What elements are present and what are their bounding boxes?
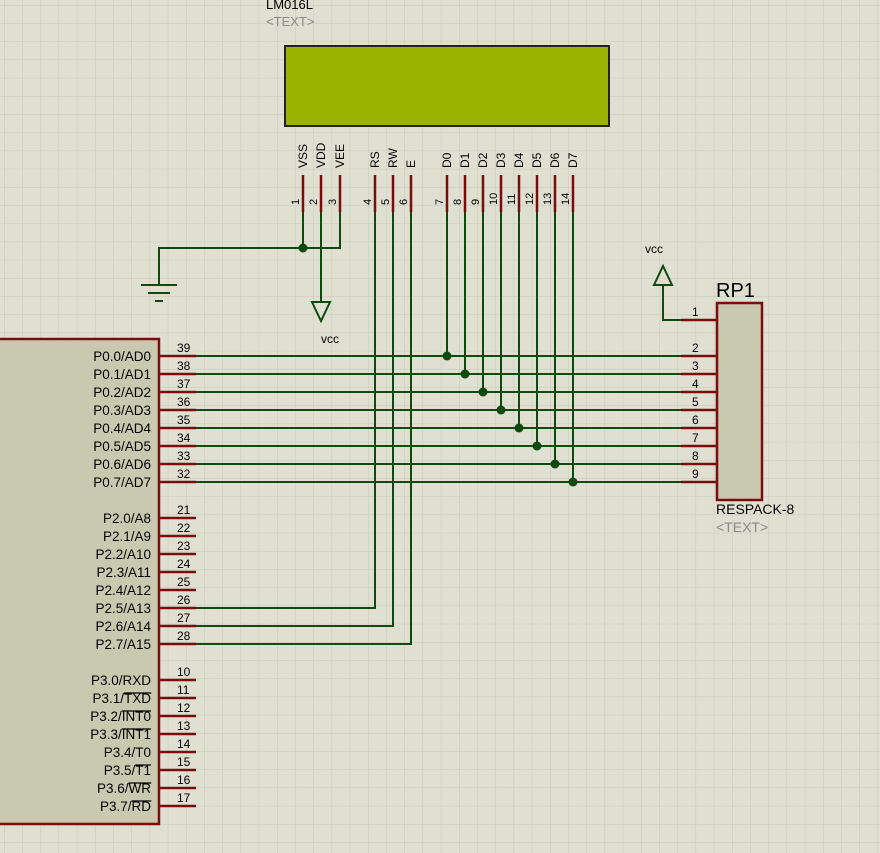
lcd-name-label: LM016L bbox=[266, 0, 313, 12]
junction-d0 bbox=[442, 351, 452, 361]
junction-d5 bbox=[532, 441, 542, 451]
mcu-pin-p2-6-a14-number: 27 bbox=[177, 611, 191, 625]
mcu-pin-p2-1-a9-number: 22 bbox=[177, 521, 191, 535]
mcu-pin-p0-0-ad0-number: 39 bbox=[177, 341, 191, 355]
mcu-pin-p0-7-ad7-label: P0.7/AD7 bbox=[93, 475, 151, 490]
rp1-pin-9-number: 9 bbox=[692, 467, 699, 481]
rp1-pin-3-number: 3 bbox=[692, 359, 699, 373]
rp1-pin-1-number: 1 bbox=[692, 305, 699, 319]
lcd-pin-vss-label: VSS bbox=[296, 144, 310, 168]
rp1-text-placeholder: <TEXT> bbox=[716, 519, 768, 535]
junction-d2 bbox=[478, 387, 488, 397]
mcu-pin-p0-4-ad4-label: P0.4/AD4 bbox=[93, 421, 151, 436]
lcd-pin-d4-label: D4 bbox=[512, 152, 526, 168]
lcd-pin-vee-label: VEE bbox=[333, 144, 347, 168]
rp1-pin-2-number: 2 bbox=[692, 341, 699, 355]
mcu-pin-p2-4-a12-number: 25 bbox=[177, 575, 191, 589]
lcd-vcc-label: vcc bbox=[321, 332, 339, 346]
lcd-pin-d7-number: 14 bbox=[560, 193, 572, 205]
mcu-pin-p2-0-a8-label: P2.0/A8 bbox=[103, 511, 151, 526]
lcd-pin-d0-number: 7 bbox=[434, 199, 446, 205]
lcd-pin-d1-label: D1 bbox=[458, 152, 472, 168]
lcd-pin-vdd-number: 2 bbox=[308, 199, 320, 205]
rp1-ref-label: RP1 bbox=[716, 280, 755, 302]
junction-d6 bbox=[550, 459, 560, 469]
lcd-pin-d1-number: 8 bbox=[452, 199, 464, 205]
mcu-pin-p3-4-t0-label: P3.4/T0 bbox=[104, 745, 151, 760]
mcu-pin-p0-3-ad3-number: 36 bbox=[177, 395, 191, 409]
mcu-pin-p2-3-a11-label: P2.3/A11 bbox=[96, 565, 151, 580]
lcd-pin-e-number: 6 bbox=[398, 199, 410, 205]
mcu-pin-p0-2-ad2-number: 37 bbox=[177, 377, 191, 391]
lcd-screen[interactable] bbox=[284, 45, 610, 127]
mcu-pin-p0-6-ad6-number: 33 bbox=[177, 449, 191, 463]
mcu-pin-p2-7-a15-number: 28 bbox=[177, 629, 191, 643]
lcd-pin-vss-number: 1 bbox=[290, 199, 302, 205]
mcu-pin-p3-1-txd-number: 11 bbox=[177, 683, 190, 697]
junction-d7 bbox=[568, 477, 578, 487]
mcu-pin-p0-1-ad1-number: 38 bbox=[177, 359, 191, 373]
junction-d4 bbox=[514, 423, 524, 433]
mcu-pin-p3-6-wr-number: 16 bbox=[177, 773, 191, 787]
rp1-pin-7-number: 7 bbox=[692, 431, 699, 445]
rp1-vcc-label: vcc bbox=[645, 242, 663, 256]
mcu-pin-p3-7-rd-number: 17 bbox=[177, 791, 191, 805]
mcu-pin-p0-3-ad3-label: P0.3/AD3 bbox=[93, 403, 151, 418]
lcd-pin-rs-number: 4 bbox=[362, 199, 374, 205]
lcd-pin-rw-number: 5 bbox=[380, 199, 392, 205]
mcu-pin-p2-0-a8-number: 21 bbox=[177, 503, 191, 517]
lcd-pin-d2-label: D2 bbox=[476, 152, 490, 168]
lcd-pin-d5-number: 12 bbox=[524, 193, 536, 205]
mcu-pin-p0-5-ad5-label: P0.5/AD5 bbox=[93, 439, 151, 454]
lcd-pin-rw-label: RW bbox=[386, 148, 400, 168]
lcd-pin-rs-label: RS bbox=[368, 151, 382, 168]
lcd-pin-d6-label: D6 bbox=[548, 152, 562, 168]
rp1-pin-8-number: 8 bbox=[692, 449, 699, 463]
mcu-pin-p3-0-rxd-number: 10 bbox=[177, 665, 191, 679]
lcd-pin-d6-number: 13 bbox=[542, 193, 554, 205]
rp1-value-label: RESPACK-8 bbox=[716, 501, 795, 517]
rp1-body[interactable] bbox=[715, 301, 764, 502]
mcu-pin-p2-7-a15-label: P2.7/A15 bbox=[95, 637, 151, 652]
mcu-pin-p2-3-a11-number: 24 bbox=[177, 557, 191, 571]
junction-vss-ground bbox=[298, 243, 308, 253]
junction-d3 bbox=[496, 405, 506, 415]
junction-d1 bbox=[460, 369, 470, 379]
rp1-pin-4-number: 4 bbox=[692, 377, 699, 391]
mcu-pin-p0-6-ad6-label: P0.6/AD6 bbox=[93, 457, 151, 472]
schematic-canvas: LM016L <TEXT> VSS 1 VDD 2 VEE 3 RS 4 RW 5 E 6 D0 7 D1 8… bbox=[0, 0, 880, 853]
mcu-pin-p0-7-ad7-number: 32 bbox=[177, 467, 191, 481]
mcu-pin-p2-4-a12-label: P2.4/A12 bbox=[95, 583, 151, 598]
mcu-pin-p3-4-t0-number: 14 bbox=[177, 737, 191, 751]
lcd-pin-d2-number: 9 bbox=[470, 199, 482, 205]
mcu-pin-p0-0-ad0-label: P0.0/AD0 bbox=[93, 349, 151, 364]
lcd-pin-d3-label: D3 bbox=[494, 152, 508, 168]
lcd-pin-vee-number: 3 bbox=[327, 199, 339, 205]
mcu-pin-p3-2-int0-number: 12 bbox=[177, 701, 191, 715]
mcu-pin-p3-5-t1-number: 15 bbox=[177, 755, 191, 769]
rp1-pin-5-number: 5 bbox=[692, 395, 699, 409]
lcd-pin-vdd-label: VDD bbox=[314, 142, 328, 168]
mcu-pin-p0-5-ad5-number: 34 bbox=[177, 431, 191, 445]
mcu-pin-p2-1-a9-label: P2.1/A9 bbox=[103, 529, 151, 544]
mcu-pin-p2-2-a10-label: P2.2/A10 bbox=[95, 547, 151, 562]
lcd-pin-d3-number: 10 bbox=[488, 193, 500, 205]
mcu-pin-p2-2-a10-number: 23 bbox=[177, 539, 191, 553]
lcd-pin-d7-label: D7 bbox=[566, 152, 580, 168]
mcu-pin-p2-5-a13-label: P2.5/A13 bbox=[95, 601, 151, 616]
mcu-pin-p0-4-ad4-number: 35 bbox=[177, 413, 191, 427]
lcd-text-placeholder: <TEXT> bbox=[266, 14, 314, 29]
lcd-pin-d5-label: D5 bbox=[530, 152, 544, 168]
mcu-pin-p3-0-rxd-label: P3.0/RXD bbox=[91, 673, 151, 688]
lcd-pin-d4-number: 11 bbox=[506, 194, 518, 205]
mcu-pin-p2-5-a13-number: 26 bbox=[177, 593, 191, 607]
lcd-pin-d0-label: D0 bbox=[440, 152, 454, 168]
mcu-pin-p0-2-ad2-label: P0.2/AD2 bbox=[93, 385, 151, 400]
lcd-pin-e-label: E bbox=[404, 160, 418, 168]
mcu-pin-p0-1-ad1-label: P0.1/AD1 bbox=[93, 367, 151, 382]
mcu-pin-p2-6-a14-label: P2.6/A14 bbox=[95, 619, 151, 634]
rp1-pin-6-number: 6 bbox=[692, 413, 699, 427]
mcu-pin-p3-3-int1-number: 13 bbox=[177, 719, 191, 733]
